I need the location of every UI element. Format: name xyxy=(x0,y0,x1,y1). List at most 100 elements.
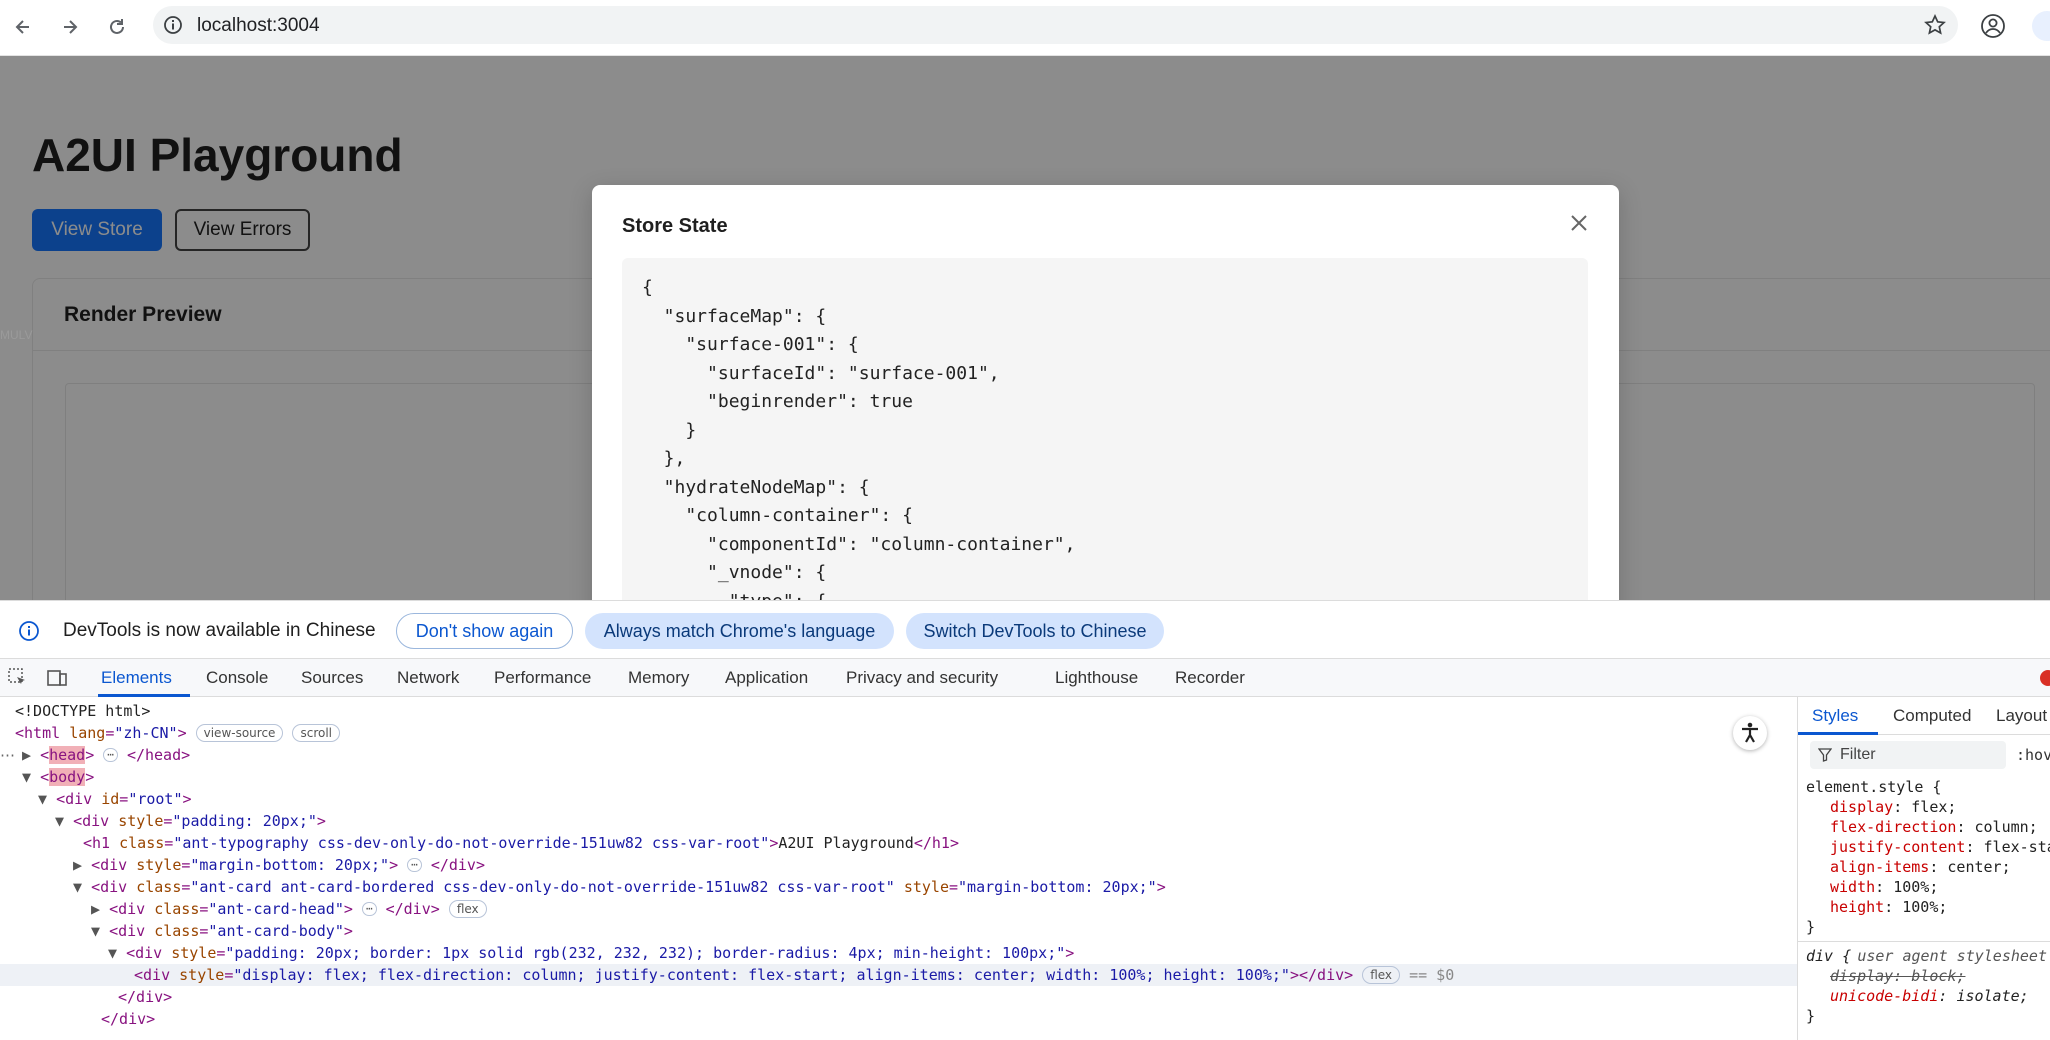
expand-triangle-icon[interactable]: ▶ xyxy=(73,856,82,874)
dom-node-h1[interactable]: <h1 class="ant-typography css-dev-only-d… xyxy=(0,832,1797,854)
reload-button[interactable] xyxy=(102,12,132,42)
collapse-triangle-icon[interactable]: ▼ xyxy=(22,768,31,786)
style-prop-height[interactable]: height: 100%; xyxy=(1798,897,2050,917)
prop-name: unicode-bidi xyxy=(1830,987,1939,1005)
collapse-triangle-icon[interactable]: ▼ xyxy=(38,790,47,808)
dom-node-ant-card-head[interactable]: ▶ <div class="ant-card-head"> ⋯ </div> f… xyxy=(0,898,1797,920)
node-actions-icon[interactable]: ⋯ xyxy=(0,746,15,764)
dom-node-close-div[interactable]: </div> xyxy=(0,986,1797,1008)
dom-node-div-padding[interactable]: ▼ <div style="padding: 20px;"> xyxy=(0,810,1797,832)
attr-name: class xyxy=(136,878,182,896)
prop-name: display xyxy=(1830,798,1894,816)
dont-show-again-button[interactable]: Don't show again xyxy=(396,613,573,649)
style-prop-width[interactable]: width: 100%; xyxy=(1798,877,2050,897)
tab-application[interactable]: Application xyxy=(725,668,808,688)
tab-lighthouse[interactable]: Lighthouse xyxy=(1055,668,1138,688)
node-text: A2UI Playground xyxy=(778,834,914,852)
style-prop-flex-direction[interactable]: flex-direction: column; xyxy=(1798,817,2050,837)
page-viewport: A2UI Playground View Store View Errors R… xyxy=(0,56,2050,600)
tab-console[interactable]: Console xyxy=(206,668,268,688)
collapse-triangle-icon[interactable]: ▼ xyxy=(91,922,100,940)
dom-node-div-margin[interactable]: ▶ <div style="margin-bottom: 20px;"> ⋯ <… xyxy=(0,854,1797,876)
doctype-text: <!DOCTYPE html> xyxy=(15,702,151,720)
address-bar[interactable]: localhost:3004 xyxy=(153,6,1958,44)
info-icon[interactable] xyxy=(163,15,183,35)
flex-badge[interactable]: flex xyxy=(1362,966,1401,984)
inspect-element-icon[interactable] xyxy=(7,667,29,689)
collapse-triangle-icon[interactable]: ▼ xyxy=(55,812,64,830)
rule-selector[interactable]: element.style { xyxy=(1798,777,2050,797)
tab-recorder[interactable]: Recorder xyxy=(1175,668,1245,688)
dom-node-inner-div[interactable]: ▼ <div style="padding: 20px; border: 1px… xyxy=(0,942,1797,964)
tab-layout[interactable]: Layout xyxy=(1996,706,2047,726)
star-icon[interactable] xyxy=(1924,14,1946,36)
style-prop-display[interactable]: display: flex; xyxy=(1798,797,2050,817)
collapse-triangle-icon[interactable]: ▼ xyxy=(108,944,117,962)
tab-elements[interactable]: Elements xyxy=(101,668,172,688)
tab-network[interactable]: Network xyxy=(397,668,459,688)
style-prop-ua-display[interactable]: display: block; xyxy=(1798,966,2050,986)
ellipsis-badge[interactable]: ⋯ xyxy=(361,902,377,916)
ellipsis-badge[interactable]: ⋯ xyxy=(407,858,422,872)
profile-icon[interactable] xyxy=(1980,13,2006,39)
always-match-language-button[interactable]: Always match Chrome's language xyxy=(585,613,894,649)
view-source-badge[interactable]: view-source xyxy=(195,724,284,742)
expand-triangle-icon[interactable]: ▶ xyxy=(22,746,31,764)
tag-text: <div xyxy=(91,856,128,874)
tab-styles[interactable]: Styles xyxy=(1812,706,1858,726)
attr-value: "ant-typography css-dev-only-do-not-over… xyxy=(173,834,770,852)
error-count-icon[interactable] xyxy=(2040,670,2050,686)
dom-node-root[interactable]: ▼ <div id="root"> xyxy=(0,788,1797,810)
rule-selector-div[interactable]: div { user agent stylesheet xyxy=(1798,946,2050,966)
extension-icon[interactable] xyxy=(2032,11,2050,41)
style-prop-ua-unicode-bidi[interactable]: unicode-bidi: isolate; xyxy=(1798,986,2050,1006)
ellipsis-badge[interactable]: ⋯ xyxy=(103,748,118,762)
selector-text: div { xyxy=(1806,947,1852,965)
dom-node-ant-card-body[interactable]: ▼ <div class="ant-card-body"> xyxy=(0,920,1797,942)
rule-origin: user agent stylesheet xyxy=(1857,947,2047,965)
attr-name: class xyxy=(154,900,200,918)
rule-close: } xyxy=(1806,1007,1816,1025)
accessibility-icon xyxy=(1742,722,1758,743)
prop-value: flex; xyxy=(1911,798,1957,816)
close-tag: </div> xyxy=(101,1010,156,1028)
forward-button[interactable] xyxy=(55,12,85,42)
close-tag: </div> xyxy=(118,988,173,1006)
attr-name: class xyxy=(119,834,165,852)
tab-privacy-security[interactable]: Privacy and security xyxy=(846,668,998,688)
dom-node-html[interactable]: <html lang="zh-CN"> view-source scroll xyxy=(0,722,1797,744)
prop-name: justify-content xyxy=(1830,838,1966,856)
dom-node-ant-card[interactable]: ▼ <div class="ant-card ant-card-bordered… xyxy=(0,876,1797,898)
screen: localhost:3004 A2UI Playground View Stor… xyxy=(0,0,2050,1040)
expand-triangle-icon[interactable]: ▶ xyxy=(91,900,100,918)
dom-node-head[interactable]: ▶ <head> ⋯ </head> xyxy=(0,744,1797,766)
tag-text: body xyxy=(49,768,86,786)
collapse-triangle-icon[interactable]: ▼ xyxy=(73,878,82,896)
styles-filter-input[interactable]: Filter xyxy=(1810,741,2006,769)
rule-close: } xyxy=(1806,918,1816,936)
hover-state-toggle[interactable]: :hov xyxy=(2016,746,2050,764)
tab-performance[interactable]: Performance xyxy=(494,668,591,688)
close-icon[interactable] xyxy=(1567,211,1591,235)
tab-sources[interactable]: Sources xyxy=(301,668,363,688)
dom-node-doctype[interactable]: <!DOCTYPE html> xyxy=(0,700,1797,722)
dom-node-selected[interactable]: <div style="display: flex; flex-directio… xyxy=(0,964,1797,986)
prop-name: display xyxy=(1830,967,1894,985)
attr-name: style xyxy=(179,966,225,984)
accessibility-tree-button[interactable] xyxy=(1733,716,1767,750)
back-button[interactable] xyxy=(8,12,38,42)
attr-value: "ant-card-head" xyxy=(208,900,344,918)
flex-badge[interactable]: flex xyxy=(448,900,487,918)
dom-node-close-div[interactable]: </div> xyxy=(0,1008,1797,1030)
device-toolbar-icon[interactable] xyxy=(46,667,68,689)
tab-computed[interactable]: Computed xyxy=(1893,706,1971,726)
tab-memory[interactable]: Memory xyxy=(628,668,689,688)
attr-name: style xyxy=(136,856,182,874)
switch-devtools-chinese-button[interactable]: Switch DevTools to Chinese xyxy=(906,613,1164,649)
tag-text: <div xyxy=(56,790,93,808)
url-text[interactable]: localhost:3004 xyxy=(197,15,320,37)
style-prop-justify-content[interactable]: justify-content: flex-start; xyxy=(1798,837,2050,857)
dom-node-body[interactable]: ▼ <body> xyxy=(0,766,1797,788)
style-prop-align-items[interactable]: align-items: center; xyxy=(1798,857,2050,877)
scroll-badge[interactable]: scroll xyxy=(292,724,340,742)
